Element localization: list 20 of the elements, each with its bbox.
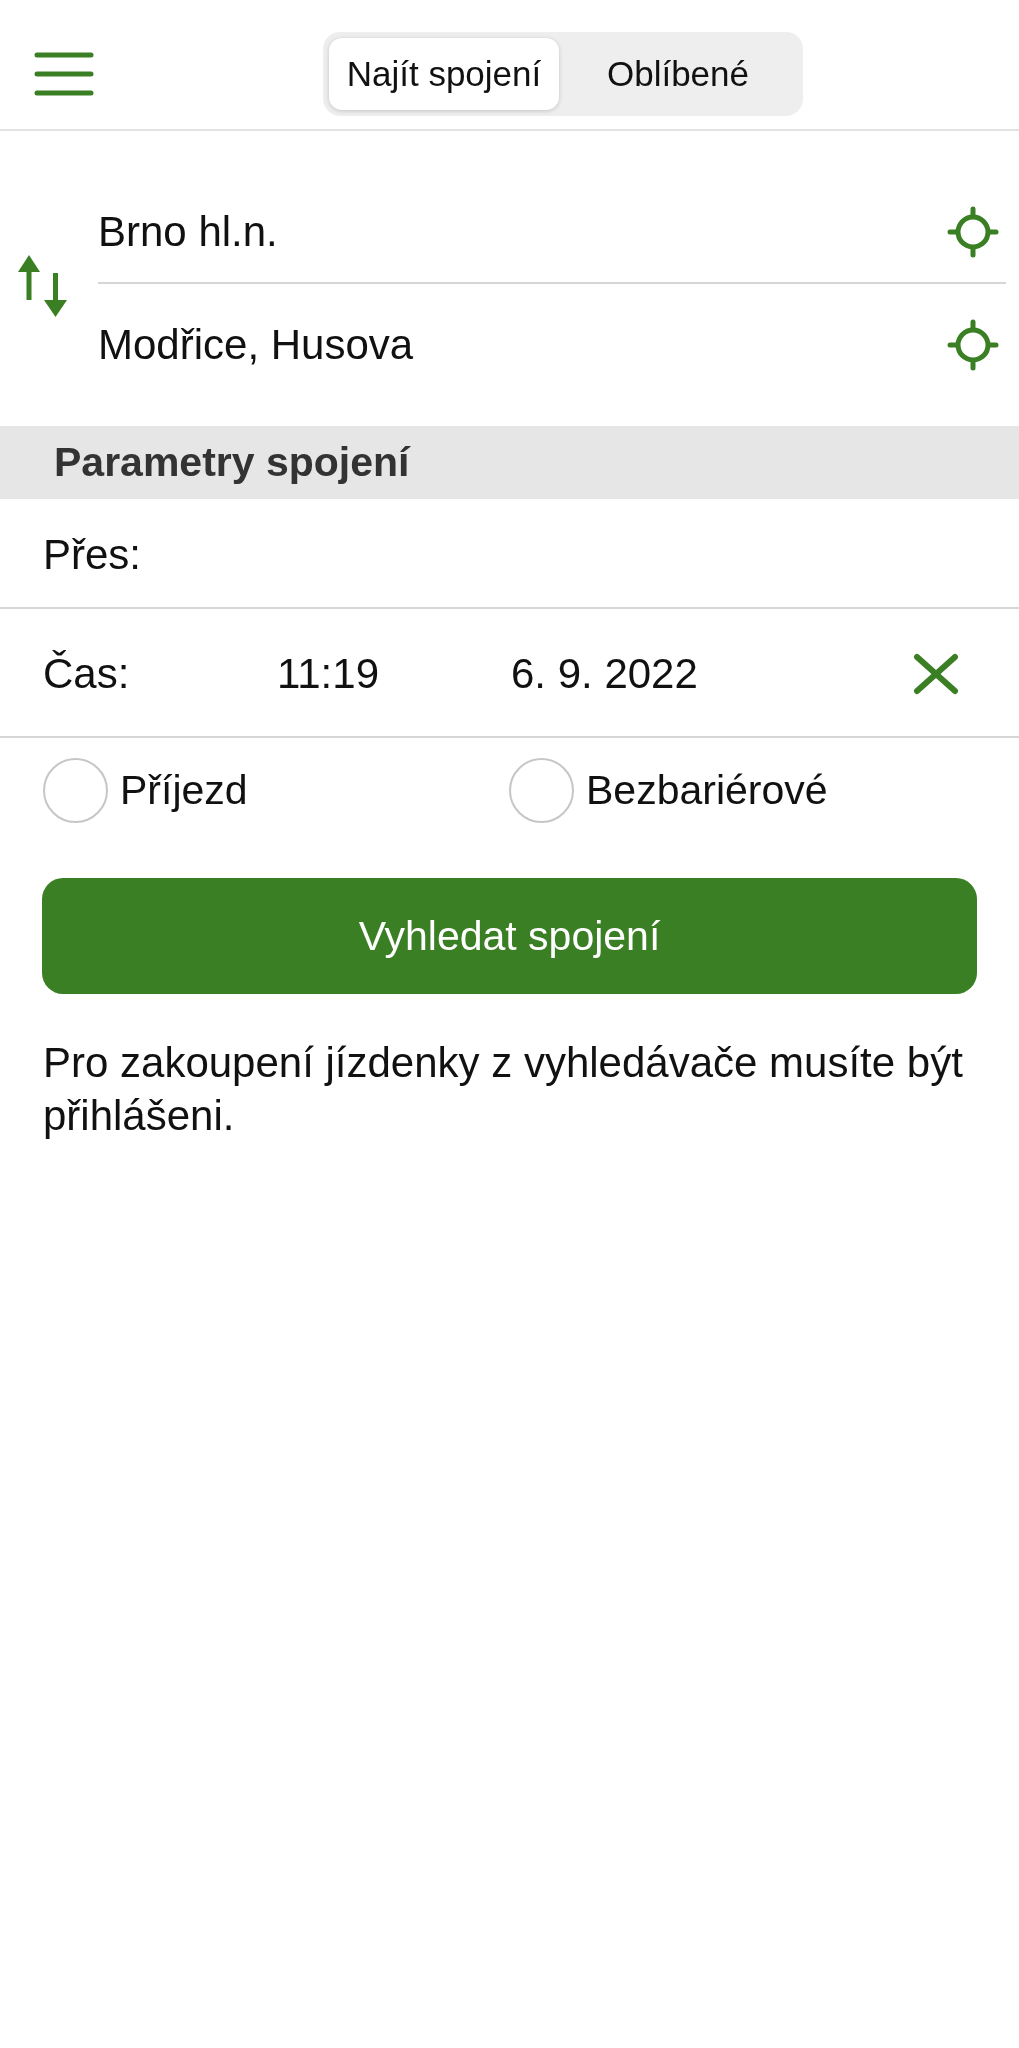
from-field[interactable]: Brno hl.n.: [98, 208, 278, 256]
menu-icon[interactable]: [34, 51, 94, 96]
close-icon[interactable]: [913, 653, 959, 695]
crosshair-icon[interactable]: [947, 206, 999, 258]
date-value[interactable]: 6. 9. 2022: [511, 650, 913, 698]
option-label: Příjezd: [120, 766, 248, 814]
option-label: Bezbariérové: [586, 766, 828, 814]
section-title: Parametry spojení: [54, 439, 410, 486]
time-value[interactable]: 11:19: [277, 650, 511, 698]
tab[interactable]: Najít spojení: [329, 37, 559, 110]
swap-arrows-icon[interactable]: [17, 255, 68, 317]
crosshair-icon[interactable]: [947, 319, 999, 371]
notice-text: Pro zakoupení jízdenky z vyhledávače musíte být přihlášeni.: [43, 1038, 964, 1141]
search-button[interactable]: Vyhledat spojení: [42, 878, 977, 994]
radio-button[interactable]: [43, 757, 108, 823]
radio-button[interactable]: [509, 757, 574, 823]
to-field[interactable]: Modřice, Husova: [98, 321, 414, 369]
time-label: Čas:: [43, 650, 131, 698]
via-label: Přes:: [43, 531, 142, 579]
tab[interactable]: Oblíbené: [559, 37, 797, 110]
